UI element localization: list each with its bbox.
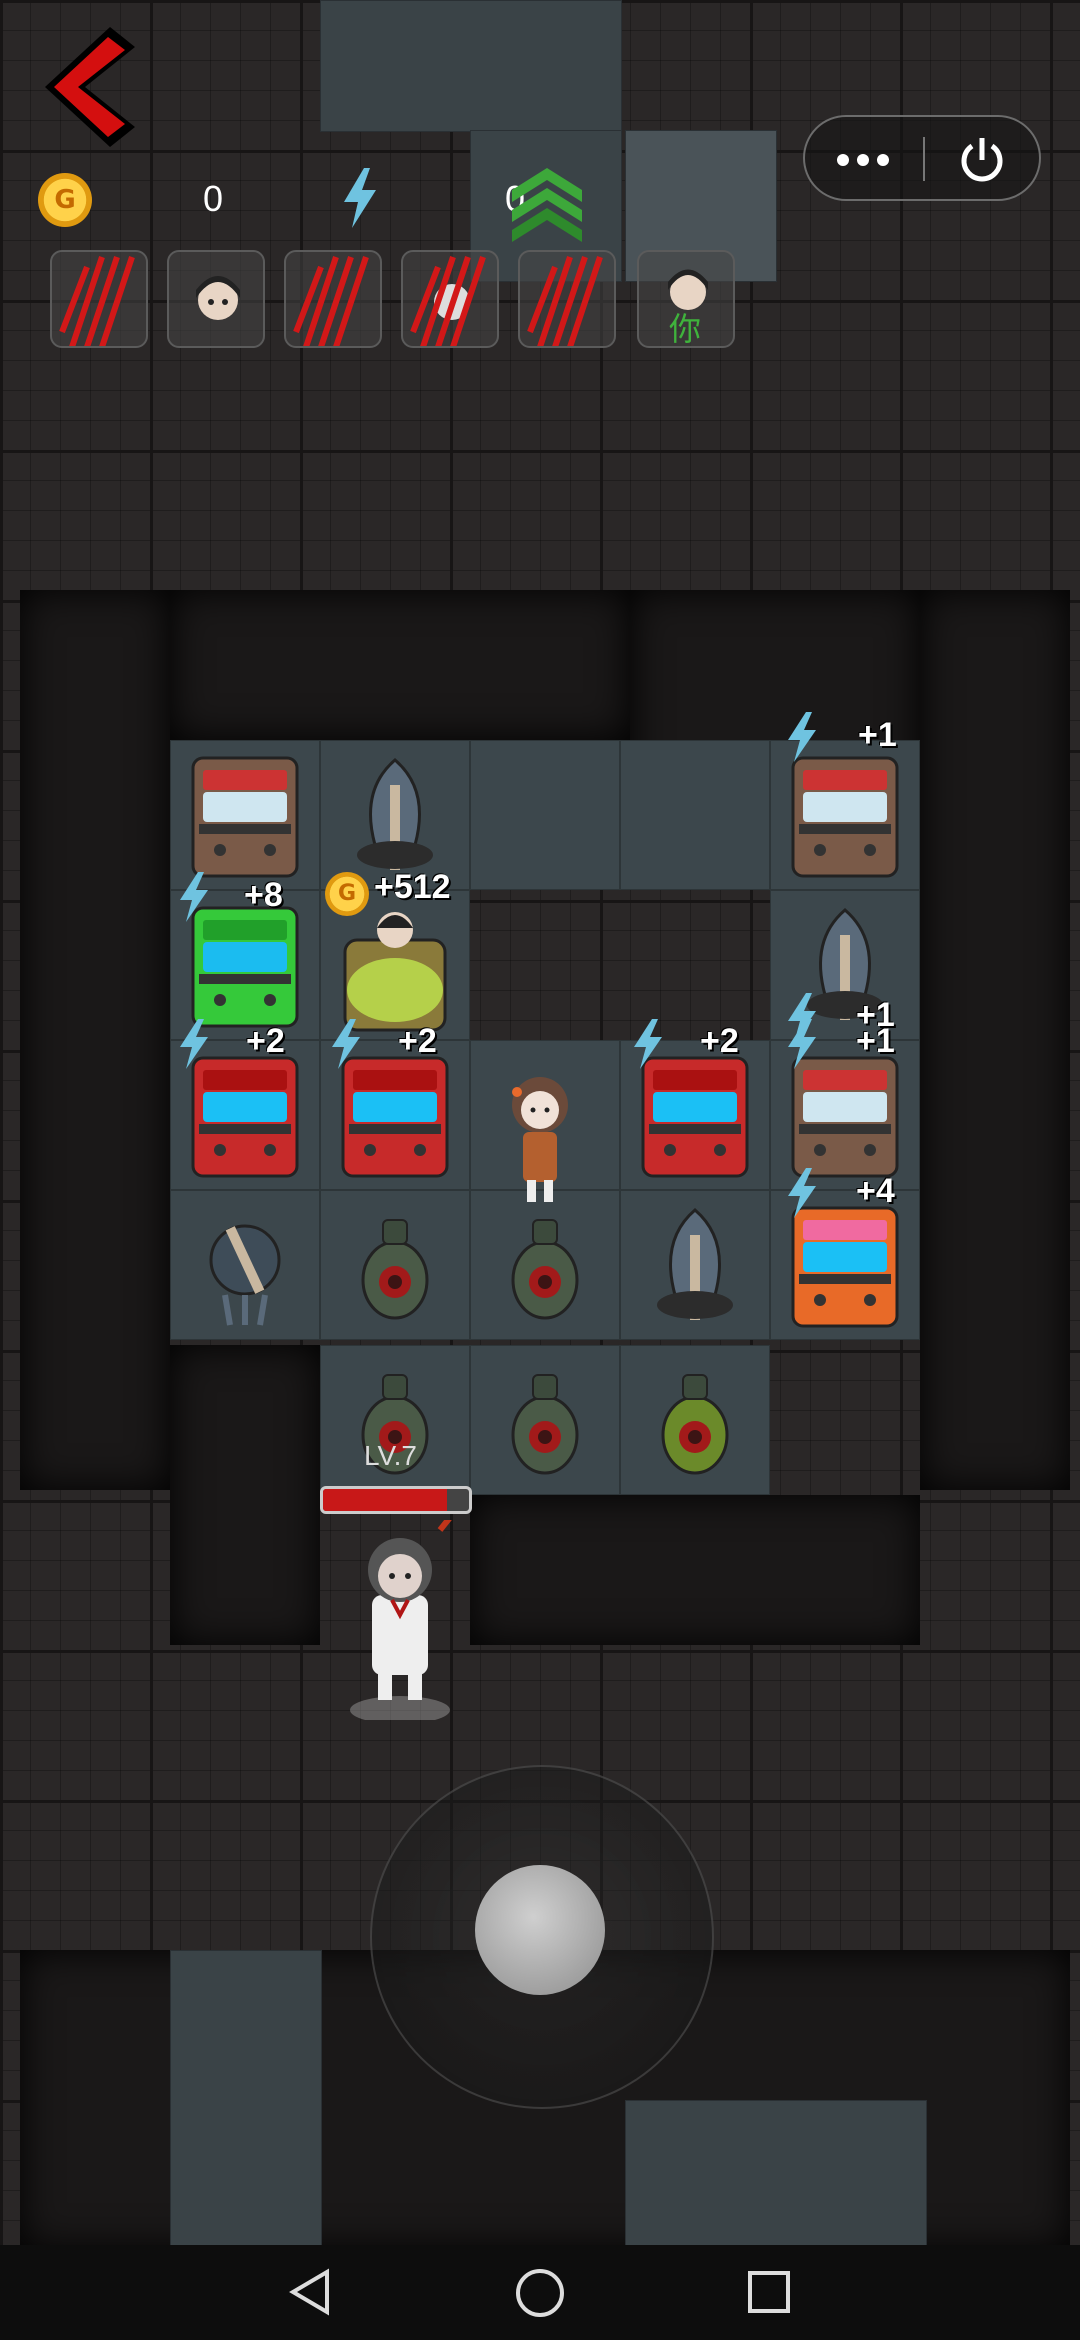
lightning-bolt-icon	[786, 1168, 818, 1218]
floor-tile-top	[320, 0, 622, 132]
dark-wall-region	[470, 1495, 920, 1645]
lightning-bolt-icon	[340, 168, 380, 228]
claw-turret	[170, 1190, 320, 1340]
object-sprite	[335, 1050, 455, 1180]
dark-wall-region	[170, 590, 630, 740]
power-icon[interactable]	[955, 132, 1009, 186]
lightning-bolt-icon	[330, 1019, 362, 1069]
bonus-label: +1	[856, 1022, 895, 1060]
nav-back-icon[interactable]	[285, 2267, 335, 2317]
bomb-turret	[320, 1345, 470, 1495]
player-level: LV.7	[364, 1440, 417, 1471]
bonus-label: +2	[398, 1022, 437, 1060]
floor-tile-bottom	[170, 1950, 322, 2252]
bomb-turret	[620, 1345, 770, 1495]
player-slot[interactable]	[401, 250, 499, 348]
more-options-icon[interactable]	[833, 145, 893, 175]
bomb-turret	[320, 1190, 470, 1340]
lightning-bolt-icon	[178, 872, 210, 922]
nav-home-icon[interactable]	[514, 2267, 566, 2319]
object-sprite	[335, 750, 455, 880]
bonus-label: +4	[856, 1172, 895, 1210]
gold-coin-icon: G	[325, 872, 369, 916]
player-slot[interactable]	[284, 250, 382, 348]
floor-tile-bottom	[625, 2100, 927, 2252]
object-sprite	[635, 1050, 755, 1180]
bonus-label: +1	[858, 716, 897, 754]
object-sprite	[485, 1200, 605, 1330]
floor-tile	[470, 740, 620, 890]
object-sprite	[185, 1200, 305, 1330]
rank-up-chevron-icon	[512, 168, 582, 243]
nav-recents-icon[interactable]	[746, 2269, 792, 2315]
arcade-machine	[770, 740, 920, 890]
system-nav-bar	[0, 2245, 1080, 2340]
arcade-machine	[170, 740, 320, 890]
player-health-fill	[323, 1489, 448, 1511]
bomb-turret	[470, 1190, 620, 1340]
player-slot[interactable]	[50, 250, 148, 348]
bonus-label: +2	[700, 1022, 739, 1060]
object-sprite	[185, 750, 305, 880]
gold-coin-icon: G	[38, 173, 92, 227]
player-slot-self[interactable]: 你	[637, 250, 735, 348]
player-character	[330, 1478, 483, 1724]
bonus-label: +512	[374, 868, 451, 906]
bomb-turret	[470, 1345, 620, 1495]
bonus-label: +8	[244, 876, 283, 914]
object-sprite	[185, 1050, 305, 1180]
capsule-divider	[923, 137, 925, 181]
coin-count: 0	[203, 178, 224, 219]
self-tag: 你	[669, 310, 702, 348]
dark-wall-region	[20, 590, 170, 1490]
player-slot[interactable]	[167, 250, 265, 348]
player-health-bar	[320, 1486, 472, 1514]
bonus-label: +2	[246, 1022, 285, 1060]
dark-wall-region	[170, 1345, 320, 1645]
object-sprite	[485, 1355, 605, 1485]
lightning-bolt-icon	[632, 1019, 664, 1069]
back-arrow-icon[interactable]	[40, 22, 140, 152]
npc-girl	[495, 1070, 585, 1210]
joystick-knob[interactable]	[475, 1865, 605, 1995]
lightning-bolt-icon	[786, 1019, 818, 1069]
object-sprite	[785, 1200, 905, 1330]
object-sprite	[635, 1355, 755, 1485]
object-sprite	[785, 750, 905, 880]
floor-tile	[620, 740, 770, 890]
lightning-bolt-icon	[786, 712, 818, 762]
shovel-generator	[620, 1190, 770, 1340]
dark-wall-region	[920, 590, 1070, 1490]
player-slot[interactable]	[518, 250, 616, 348]
object-sprite	[335, 1200, 455, 1330]
object-sprite	[635, 1200, 755, 1330]
mini-program-capsule	[803, 115, 1041, 201]
lightning-bolt-icon	[178, 1019, 210, 1069]
object-sprite	[785, 1050, 905, 1180]
